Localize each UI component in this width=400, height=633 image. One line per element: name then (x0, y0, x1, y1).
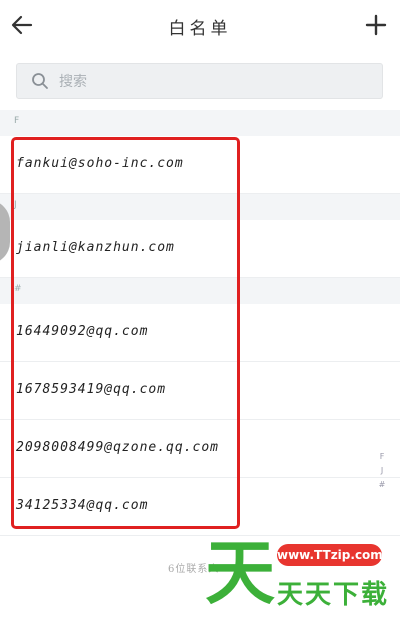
section-letter: # (14, 284, 22, 294)
index-letter[interactable]: F (376, 450, 388, 464)
page-title: 白名单 (168, 19, 232, 39)
email-text: 34125334@qq.com (16, 498, 149, 513)
search-bar[interactable] (16, 63, 383, 100)
list-item[interactable]: fankui@soho-inc.com (0, 136, 400, 194)
watermark-logo: 天 www.TTzip.com 天天下载 (205, 532, 395, 614)
email-text: jianli@kanzhun.com (16, 240, 175, 255)
email-text: 2098008499@qzone.qq.com (16, 440, 220, 455)
watermark-badge: www.TTzip.com (277, 544, 383, 566)
section-header-hash: # (0, 278, 400, 304)
section-letter: J (14, 200, 17, 210)
section-letter: F (14, 116, 20, 126)
watermark-char: 天 (205, 532, 275, 614)
section-header-f: F (0, 110, 400, 136)
list-item[interactable]: 34125334@qq.com (0, 478, 400, 536)
list-item[interactable]: 2098008499@qzone.qq.com (0, 420, 400, 478)
alphabet-index-bar[interactable]: F J # (376, 450, 388, 492)
search-icon (32, 73, 48, 89)
email-text: 1678593419@qq.com (16, 382, 167, 397)
add-button[interactable] (362, 11, 390, 39)
search-input[interactable] (57, 64, 361, 100)
list-item[interactable]: 1678593419@qq.com (0, 362, 400, 420)
index-letter[interactable]: # (376, 478, 388, 492)
section-header-j: J (0, 194, 400, 220)
top-bar: 白名单 (0, 0, 400, 52)
watermark-text: 天天下载 (277, 580, 390, 610)
plus-icon (365, 14, 387, 36)
email-text: 16449092@qq.com (16, 324, 149, 339)
index-letter[interactable]: J (376, 464, 388, 478)
list-item[interactable]: jianli@kanzhun.com (0, 220, 400, 278)
list-item[interactable]: 16449092@qq.com (0, 304, 400, 362)
email-text: fankui@soho-inc.com (16, 156, 184, 171)
